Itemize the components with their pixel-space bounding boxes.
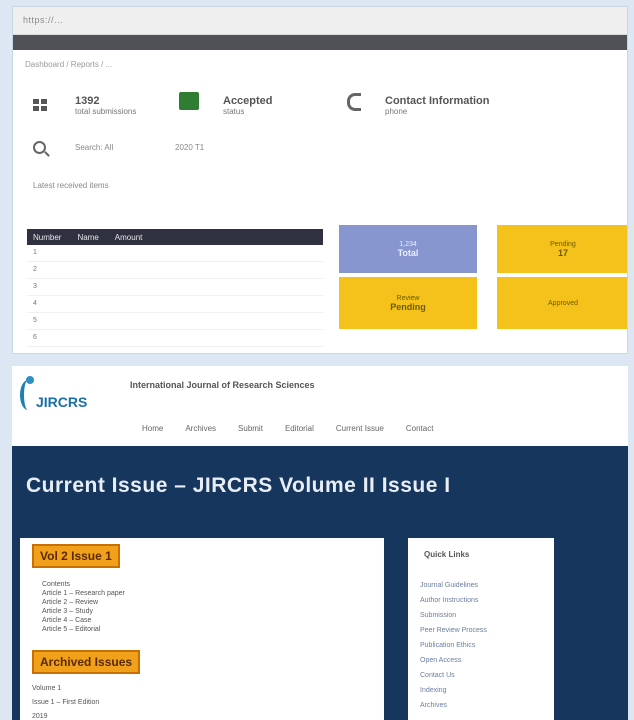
phone-icon (347, 93, 361, 111)
stat-status: Accepted status (223, 95, 273, 116)
sidebar-link[interactable]: Publication Ethics (420, 638, 487, 653)
summary-tile-total[interactable]: 1,234 Total (339, 225, 477, 273)
breadcrumb: Dashboard / Reports / ... (25, 60, 113, 69)
logo-text: JIRCRS (36, 394, 88, 410)
list-item[interactable]: Contents (42, 580, 125, 589)
stat-contact: Contact Information phone (385, 95, 490, 116)
issue-badge[interactable]: Vol 2 Issue 1 (32, 544, 120, 568)
sidebar-link[interactable]: Archives (420, 698, 487, 713)
summary-tile-approved[interactable]: Approved (497, 277, 627, 329)
site-name: International Journal of Research Scienc… (130, 380, 315, 390)
search-icon[interactable] (33, 141, 46, 154)
table-header: Number Name Amount (27, 229, 323, 245)
sidebar-link[interactable]: Peer Review Process (420, 623, 487, 638)
hero-section: Current Issue – JIRCRS Volume II Issue I… (12, 446, 628, 720)
table-row[interactable]: 6 (27, 330, 323, 347)
data-table: Number Name Amount 1 2 3 4 5 6 (27, 229, 323, 347)
nav-item-contact[interactable]: Contact (406, 424, 434, 433)
archive-list: Volume 1 Issue 1 – First Edition 2019 (32, 682, 99, 720)
summary-tile-pending[interactable]: Pending 17 (497, 225, 627, 273)
column-header[interactable]: Number (33, 233, 61, 242)
list-item[interactable]: Article 5 – Editorial (42, 625, 125, 634)
list-item[interactable]: Volume 1 (32, 682, 99, 696)
journal-website-panel: JIRCRS International Journal of Research… (12, 366, 628, 720)
page-title: Current Issue – JIRCRS Volume II Issue I (26, 474, 451, 497)
sidebar-link[interactable]: Submission (420, 608, 487, 623)
nav-item-current-issue[interactable]: Current Issue (336, 424, 384, 433)
journal-logo[interactable]: JIRCRS (18, 376, 130, 418)
sidebar-title: Quick Links (424, 550, 470, 559)
column-header[interactable]: Amount (115, 233, 143, 242)
search-label: Search: All (75, 143, 114, 152)
table-row[interactable]: 1 (27, 245, 323, 262)
list-item[interactable]: 2019 (32, 710, 99, 720)
table-row[interactable]: 5 (27, 313, 323, 330)
grid-icon (33, 99, 49, 113)
search-value[interactable]: 2020 T1 (175, 143, 204, 152)
section-subtitle: Latest received items (33, 181, 109, 190)
sidebar-link[interactable]: Open Access (420, 653, 487, 668)
summary-tile-review[interactable]: Review Pending (339, 277, 477, 329)
sidebar-link[interactable]: Contact Us (420, 668, 487, 683)
nav-item-archives[interactable]: Archives (185, 424, 216, 433)
dashboard-screenshot-panel: https://... Dashboard / Reports / ... 13… (12, 6, 628, 354)
list-item[interactable]: Issue 1 – First Edition (32, 696, 99, 710)
sidebar-card: Quick Links Journal Guidelines Author In… (408, 538, 554, 720)
nav-item-home[interactable]: Home (142, 424, 163, 433)
list-item[interactable]: Article 2 – Review (42, 598, 125, 607)
table-row[interactable]: 3 (27, 279, 323, 296)
sidebar-link[interactable]: Indexing (420, 683, 487, 698)
sidebar-link[interactable]: Author Instructions (420, 593, 487, 608)
sidebar-links: Journal Guidelines Author Instructions S… (420, 578, 487, 713)
sidebar-link[interactable]: Journal Guidelines (420, 578, 487, 593)
url-text: https://... (23, 15, 64, 25)
browser-address-bar[interactable]: https://... (13, 7, 627, 35)
table-row[interactable]: 4 (27, 296, 323, 313)
column-header[interactable]: Name (77, 233, 98, 242)
stat-submissions: 1392 total submissions (75, 95, 137, 116)
archived-issues-badge[interactable]: Archived Issues (32, 650, 141, 674)
main-navigation: Home Archives Submit Editorial Current I… (142, 424, 433, 433)
nav-item-editorial[interactable]: Editorial (285, 424, 314, 433)
issue-content-card: Vol 2 Issue 1 Contents Article 1 – Resea… (20, 538, 384, 720)
list-item[interactable]: Article 4 – Case (42, 616, 125, 625)
status-indicator-icon (179, 92, 199, 110)
nav-item-submit[interactable]: Submit (238, 424, 263, 433)
list-item[interactable]: Article 3 – Study (42, 607, 125, 616)
list-item[interactable]: Article 1 – Research paper (42, 589, 125, 598)
table-row[interactable]: 2 (27, 262, 323, 279)
article-list: Contents Article 1 – Research paper Arti… (42, 580, 125, 634)
app-header-bar (13, 35, 627, 50)
logo-mark-icon (20, 376, 36, 410)
